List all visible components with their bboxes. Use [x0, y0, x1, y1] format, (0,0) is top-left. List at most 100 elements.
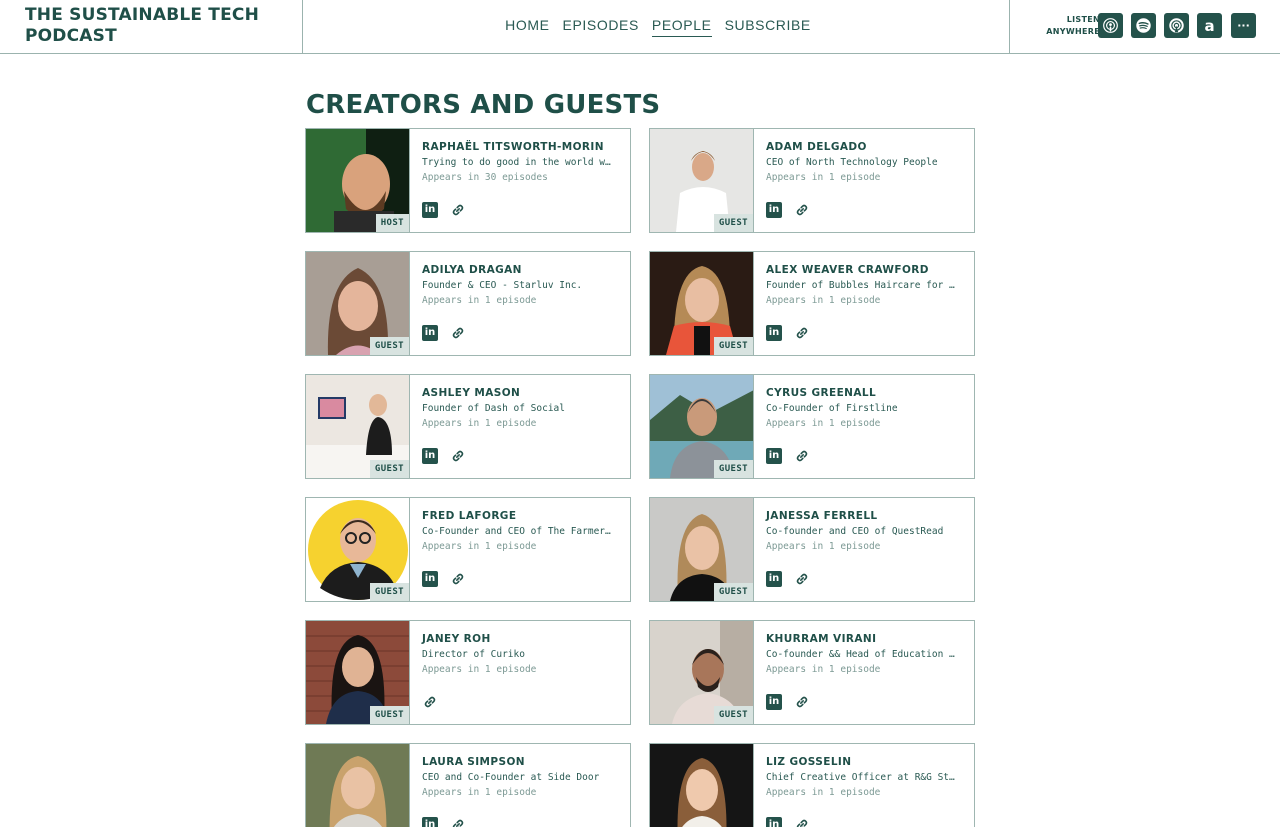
person-photo: [306, 744, 410, 827]
person-photo: HOST: [306, 129, 410, 232]
person-name: LIZ GOSSELIN: [766, 756, 852, 768]
person-photo: GUEST: [650, 252, 754, 355]
amazon-music-icon[interactable]: a: [1197, 13, 1222, 38]
person-role: CEO and Co-Founder at Side Door: [422, 772, 600, 783]
guest-badge: GUEST: [713, 337, 753, 355]
person-role: Founder & CEO - Starluv Inc.: [422, 280, 583, 291]
link-icon[interactable]: [794, 325, 810, 341]
guest-badge: GUEST: [369, 706, 409, 724]
linkedin-icon[interactable]: in: [766, 325, 782, 341]
link-icon[interactable]: [794, 817, 810, 827]
linkedin-icon[interactable]: in: [422, 571, 438, 587]
episode-count: Appears in 1 episode: [422, 664, 537, 675]
episode-count: Appears in 1 episode: [766, 172, 881, 183]
site-logo[interactable]: THE SUSTAINABLE TECH PODCAST: [0, 0, 303, 53]
person-card[interactable]: LAURA SIMPSON CEO and Co-Founder at Side…: [305, 743, 631, 827]
person-name: LAURA SIMPSON: [422, 756, 525, 768]
person-card[interactable]: GUEST ASHLEY MASON Founder of Dash of So…: [305, 374, 631, 479]
person-role: Co-Founder and CEO of The Farmer…: [422, 526, 611, 537]
link-icon[interactable]: [794, 571, 810, 587]
person-photo: [650, 744, 754, 827]
linkedin-icon[interactable]: in: [422, 448, 438, 464]
episode-count: Appears in 1 episode: [766, 664, 881, 675]
person-photo: GUEST: [650, 498, 754, 601]
person-photo: GUEST: [306, 498, 410, 601]
brand-line-2: PODCAST: [25, 26, 117, 46]
page-title: CREATORS AND GUESTS: [306, 90, 661, 120]
person-name: FRED LAFORGE: [422, 510, 517, 522]
person-card[interactable]: HOST RAPHAËL TITSWORTH-MORIN Trying to d…: [305, 128, 631, 233]
link-icon[interactable]: [450, 817, 466, 827]
person-card[interactable]: GUEST FRED LAFORGE Co-Founder and CEO of…: [305, 497, 631, 602]
linkedin-icon[interactable]: in: [766, 817, 782, 827]
linkedin-icon[interactable]: in: [422, 202, 438, 218]
person-photo: GUEST: [650, 375, 754, 478]
main-nav: HOME EPISODES PEOPLE SUBSCRIBE: [303, 0, 1010, 53]
site-header: THE SUSTAINABLE TECH PODCAST HOME EPISOD…: [0, 0, 1280, 54]
guest-badge: GUEST: [369, 460, 409, 478]
person-name: RAPHAËL TITSWORTH-MORIN: [422, 141, 604, 153]
episode-count: Appears in 1 episode: [766, 418, 881, 429]
person-role: Co-Founder of Firstline: [766, 403, 898, 414]
person-name: CYRUS GREENALL: [766, 387, 877, 399]
nav-people[interactable]: PEOPLE: [651, 17, 712, 37]
person-role: Trying to do good in the world w…: [422, 157, 611, 168]
person-role: Co-founder && Head of Education …: [766, 649, 955, 660]
person-card[interactable]: LIZ GOSSELIN Chief Creative Officer at R…: [649, 743, 975, 827]
link-icon[interactable]: [794, 694, 810, 710]
brand-line-1: THE SUSTAINABLE TECH: [25, 5, 260, 25]
person-photo: GUEST: [650, 129, 754, 232]
person-card[interactable]: GUEST ALEX WEAVER CRAWFORD Founder of Bu…: [649, 251, 975, 356]
person-role: Co-founder and CEO of QuestRead: [766, 526, 944, 537]
link-icon[interactable]: [422, 694, 438, 710]
person-card[interactable]: GUEST KHURRAM VIRANI Co-founder && Head …: [649, 620, 975, 725]
linkedin-icon[interactable]: in: [766, 694, 782, 710]
nav-episodes[interactable]: EPISODES: [563, 17, 639, 36]
apple-podcasts-icon[interactable]: [1098, 13, 1123, 38]
link-icon[interactable]: [794, 202, 810, 218]
link-icon[interactable]: [450, 202, 466, 218]
linkedin-icon[interactable]: in: [766, 448, 782, 464]
person-card[interactable]: GUEST ADILYA DRAGAN Founder & CEO - Star…: [305, 251, 631, 356]
spotify-icon[interactable]: [1131, 13, 1156, 38]
guest-badge: GUEST: [713, 460, 753, 478]
link-icon[interactable]: [794, 448, 810, 464]
person-photo: GUEST: [650, 621, 754, 724]
link-icon[interactable]: [450, 325, 466, 341]
linkedin-icon[interactable]: in: [766, 571, 782, 587]
guest-badge: GUEST: [713, 214, 753, 232]
guest-badge: GUEST: [369, 337, 409, 355]
person-name: JANESSA FERRELL: [766, 510, 878, 522]
episode-count: Appears in 1 episode: [422, 418, 537, 429]
guest-badge: GUEST: [713, 706, 753, 724]
person-name: KHURRAM VIRANI: [766, 633, 877, 645]
episode-count: Appears in 1 episode: [422, 787, 537, 798]
listen-anywhere: LISTEN ANYWHERE a ···: [1009, 0, 1280, 53]
person-role: Director of Curiko: [422, 649, 525, 660]
listen-label: LISTEN ANYWHERE: [1046, 15, 1100, 36]
person-photo: GUEST: [306, 375, 410, 478]
person-name: ALEX WEAVER CRAWFORD: [766, 264, 929, 276]
person-name: ASHLEY MASON: [422, 387, 521, 399]
overcast-icon[interactable]: [1164, 13, 1189, 38]
person-photo: GUEST: [306, 621, 410, 724]
person-card[interactable]: GUEST JANESSA FERRELL Co-founder and CEO…: [649, 497, 975, 602]
link-icon[interactable]: [450, 571, 466, 587]
episode-count: Appears in 30 episodes: [422, 172, 548, 183]
person-card[interactable]: GUEST JANEY ROH Director of Curiko Appea…: [305, 620, 631, 725]
person-card[interactable]: GUEST CYRUS GREENALL Co-Founder of First…: [649, 374, 975, 479]
linkedin-icon[interactable]: in: [422, 817, 438, 827]
person-role: Chief Creative Officer at R&G St…: [766, 772, 955, 783]
nav-home[interactable]: HOME: [505, 17, 549, 36]
person-photo: GUEST: [306, 252, 410, 355]
more-icon[interactable]: ···: [1231, 13, 1256, 38]
linkedin-icon[interactable]: in: [422, 325, 438, 341]
person-name: JANEY ROH: [422, 633, 491, 645]
link-icon[interactable]: [450, 448, 466, 464]
episode-count: Appears in 1 episode: [422, 541, 537, 552]
nav-subscribe[interactable]: SUBSCRIBE: [725, 17, 811, 36]
person-role: CEO of North Technology People: [766, 157, 938, 168]
linkedin-icon[interactable]: in: [766, 202, 782, 218]
person-card[interactable]: GUEST ADAM DELGADO CEO of North Technolo…: [649, 128, 975, 233]
episode-count: Appears in 1 episode: [766, 787, 881, 798]
